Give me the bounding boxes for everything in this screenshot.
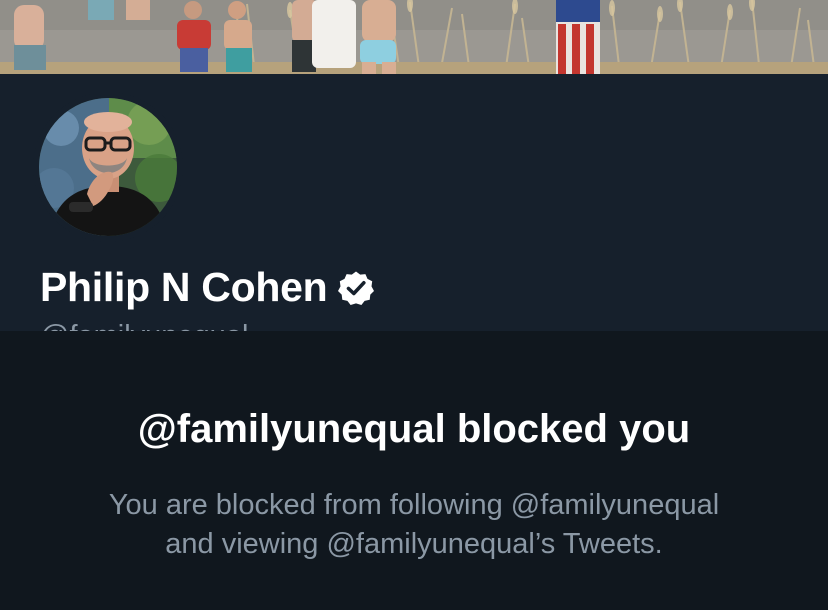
blocked-description-line-1: You are blocked from following @familyun… [108, 489, 720, 521]
profile-photo [39, 98, 177, 236]
blocked-notice-panel [0, 331, 828, 610]
blocked-description: You are blocked from following @familyun… [0, 486, 828, 564]
header-banner-image[interactable] [0, 0, 828, 74]
profile-header: Philip N Cohen @familyunequal [0, 74, 828, 352]
display-name: Philip N Cohen [40, 263, 328, 310]
avatar[interactable] [33, 92, 183, 242]
display-name-row: Philip N Cohen [40, 262, 375, 312]
profile-page: Philip N Cohen @familyunequal @familyune… [0, 0, 828, 610]
blocked-description-line-2: and viewing @familyunequal’s Tweets. [165, 528, 663, 560]
verified-badge-icon [338, 271, 375, 305]
blocked-title: @familyunequal blocked you [137, 407, 691, 451]
